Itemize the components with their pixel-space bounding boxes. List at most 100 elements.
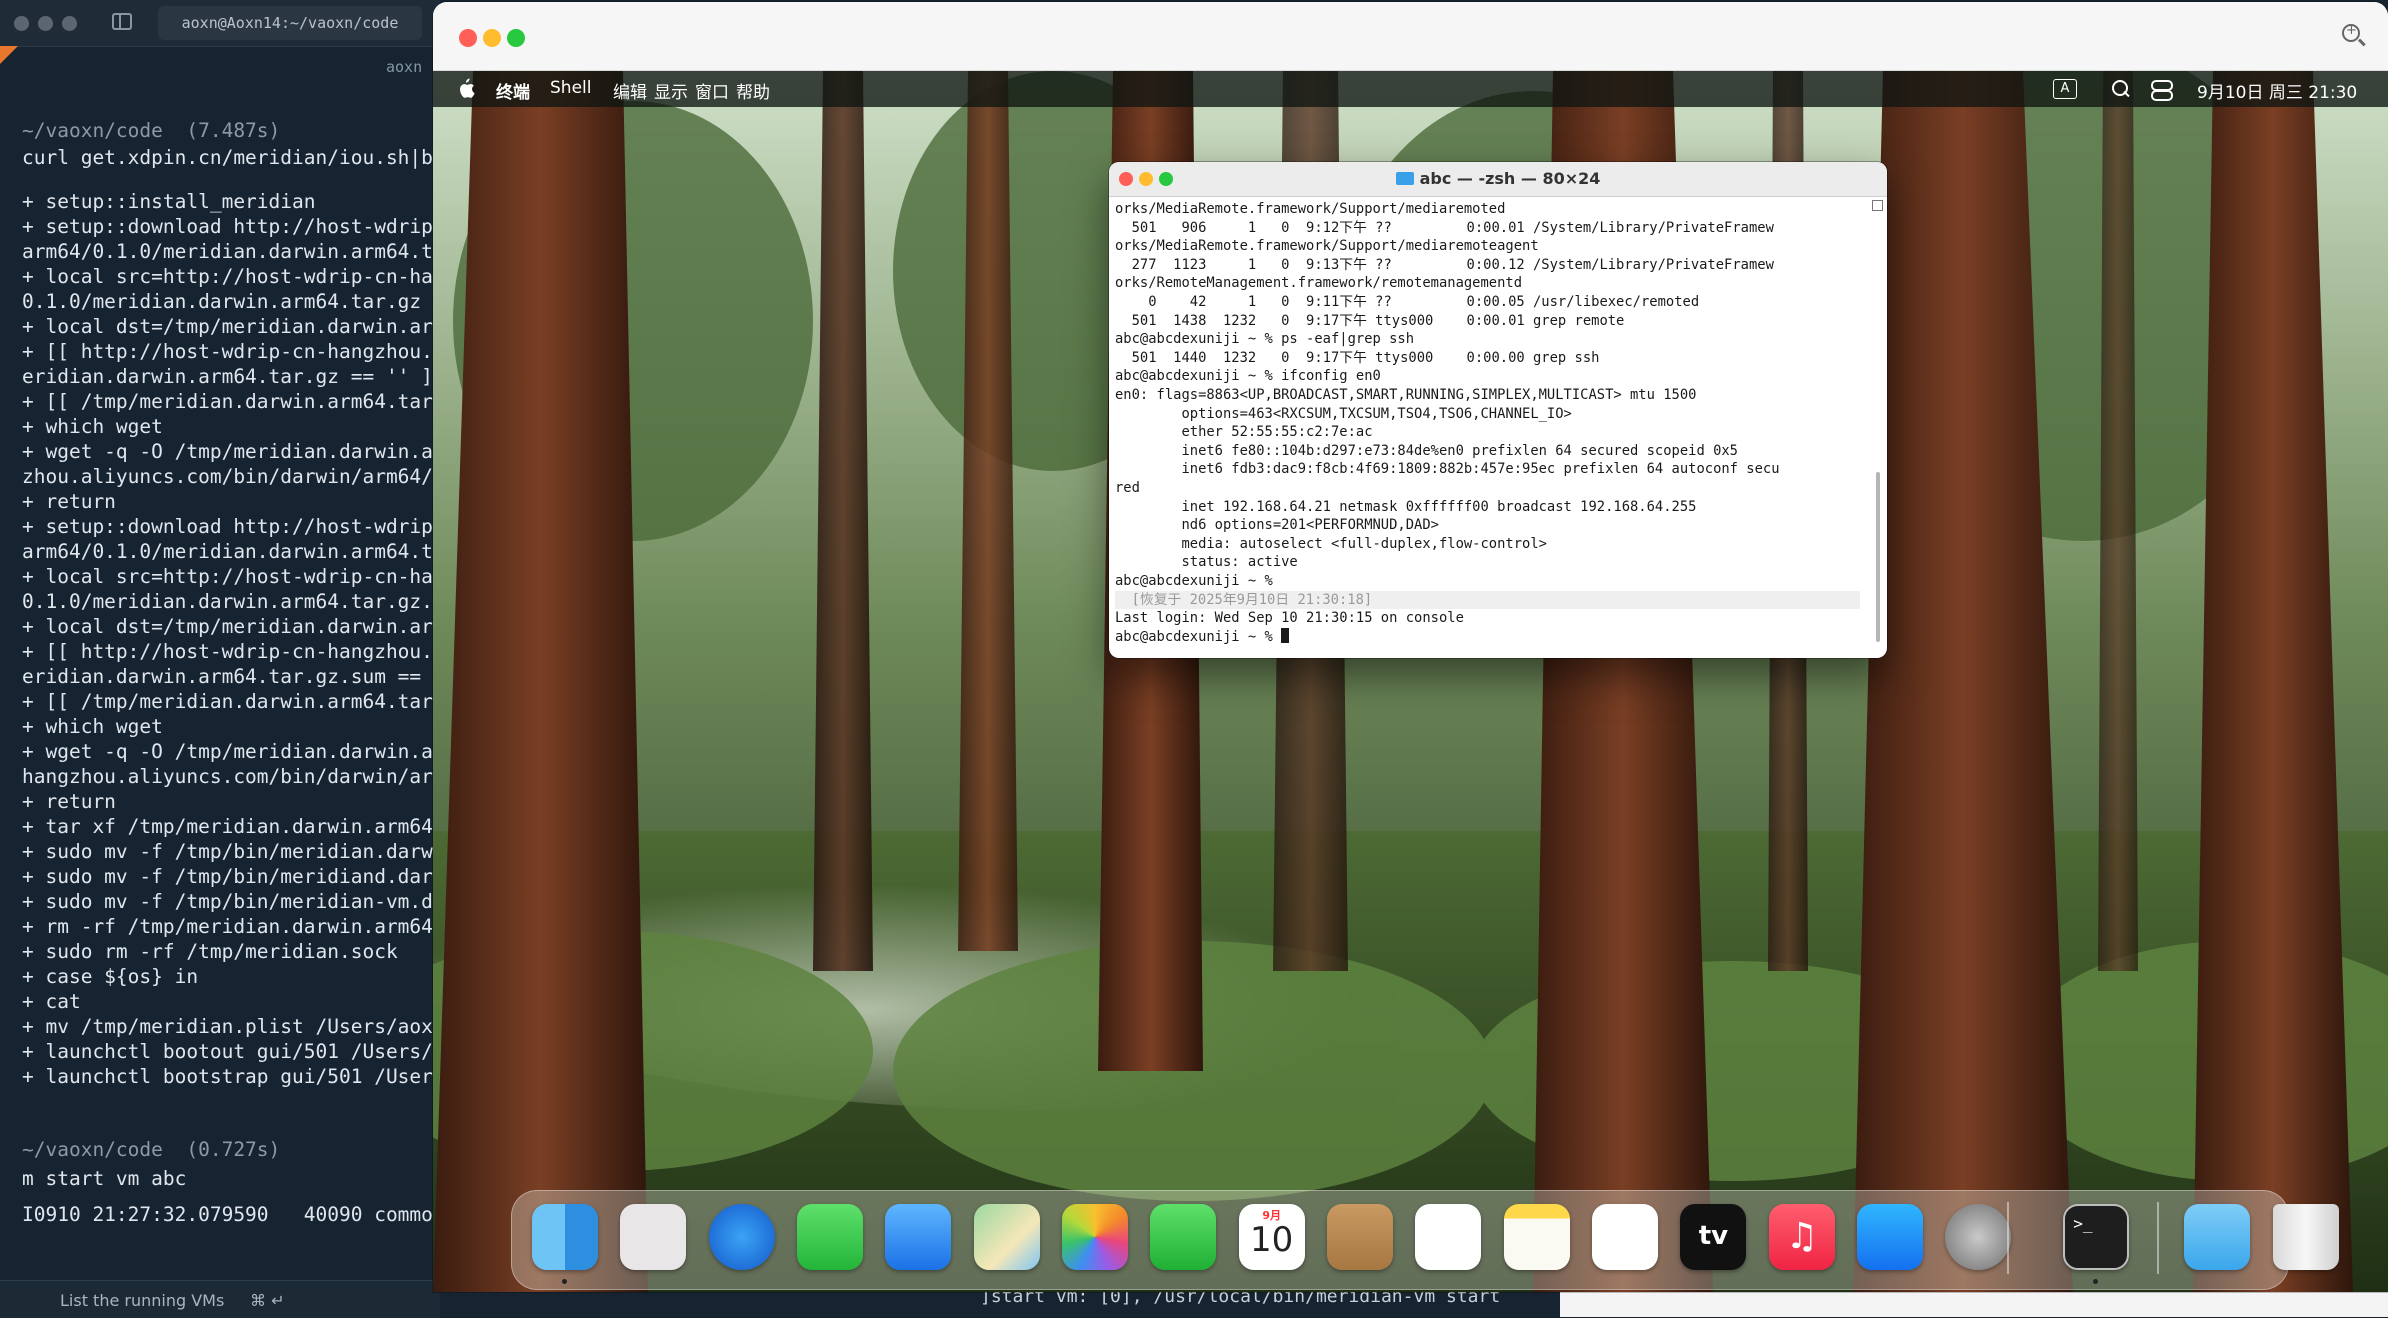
facetime-icon[interactable] bbox=[1150, 1204, 1217, 1270]
music-note-glyph: ♫ bbox=[1785, 1216, 1818, 1257]
guest-output-text: media: autoselect <full-duplex,flow-cont… bbox=[1115, 535, 1547, 552]
host-tab-title[interactable]: aoxn@Aoxn14:~/vaoxn/code bbox=[158, 6, 422, 40]
terminal-icon[interactable]: >_ bbox=[2063, 1204, 2130, 1270]
calendar-day-label: 10 bbox=[1250, 1220, 1294, 1260]
guest-output-line: 277 1123 1 0 9:13下午 ?? 0:00.12 /System/L… bbox=[1115, 256, 1860, 275]
host-output-line: arm64/0.1.0/meridian.darwin.arm64.tar.g bbox=[22, 240, 442, 263]
scrollbar-thumb[interactable] bbox=[1876, 472, 1880, 642]
host-output-line: + tar xf /tmp/meridian.darwin.arm64.tar bbox=[22, 815, 442, 838]
guest-output-line: inet6 fdb3:dac9:f8cb:4f69:1809:882b:457e… bbox=[1115, 460, 1860, 479]
guest-terminal-title-text: abc — -zsh — 80×24 bbox=[1419, 169, 1601, 188]
host-output-line: + sudo rm -rf /tmp/meridian.sock bbox=[22, 940, 398, 963]
guest-desktop[interactable]: 终端 Shell 编辑 显示 窗口 帮助 A 9月10日 周三 21:30 ab… bbox=[433, 71, 2388, 1292]
running-indicator bbox=[561, 1279, 567, 1284]
guest-output-text: 277 1123 1 0 9:13下午 ?? 0:00.12 /System/L… bbox=[1115, 256, 1774, 273]
trash-icon[interactable] bbox=[2272, 1204, 2339, 1270]
host-output-line: I0910 21:27:32.079590 40090 common.go bbox=[22, 1203, 442, 1226]
finder-icon[interactable] bbox=[531, 1204, 598, 1270]
contacts-icon[interactable] bbox=[1327, 1204, 1393, 1270]
guest-output-line: media: autoselect <full-duplex,flow-cont… bbox=[1115, 535, 1860, 554]
maps-icon[interactable] bbox=[973, 1204, 1040, 1270]
guest-output-line: 501 1440 1232 0 9:17下午 ttys000 0:00.00 g… bbox=[1115, 349, 1860, 368]
vm-minimize-button[interactable] bbox=[483, 29, 501, 47]
guest-terminal-window[interactable]: abc — -zsh — 80×24 orks/MediaRemote.fram… bbox=[1109, 162, 1887, 658]
host-output-line: + which wget bbox=[22, 415, 163, 438]
host-titlebar: aoxn@Aoxn14:~/vaoxn/code bbox=[0, 0, 440, 47]
vm-viewer-window: 终端 Shell 编辑 显示 窗口 帮助 A 9月10日 周三 21:30 ab… bbox=[433, 2, 2388, 1292]
host-output-line: m start vm abc bbox=[22, 1167, 187, 1190]
safari-icon[interactable] bbox=[708, 1204, 775, 1270]
zoom-in-icon[interactable] bbox=[2342, 23, 2360, 42]
host-output-line: + setup::download http://host-wdrip-cn- bbox=[22, 215, 442, 238]
photos-icon[interactable] bbox=[1061, 1204, 1128, 1270]
guest-output-text: abc@abcdexuniji ~ % ps -eaf|grep ssh bbox=[1115, 331, 1415, 348]
menu-terminal[interactable]: 终端 bbox=[496, 78, 530, 103]
tv-label: tv bbox=[1698, 1221, 1729, 1251]
guest-output-line: options=463<RXCSUM,TXCSUM,TSO4,TSO6,CHAN… bbox=[1115, 405, 1860, 424]
dock-separator bbox=[2007, 1202, 2009, 1274]
menu-shell[interactable]: Shell bbox=[550, 78, 591, 98]
guest-output-line: orks/MediaRemote.framework/Support/media… bbox=[1115, 237, 1860, 256]
apple-menu-icon[interactable] bbox=[457, 77, 475, 99]
host-output-line: + wget -q -O /tmp/meridian.darwin.arm64 bbox=[22, 740, 442, 763]
guest-output-text: orks/MediaRemote.framework/Support/media… bbox=[1115, 238, 1539, 255]
settings-icon[interactable] bbox=[1945, 1204, 2012, 1270]
vm-zoom-button[interactable] bbox=[507, 29, 525, 47]
menu-edit[interactable]: 编辑 bbox=[613, 78, 647, 103]
menu-clock[interactable]: 9月10日 周三 21:30 bbox=[2197, 78, 2357, 103]
guest-output-line: 501 906 1 0 9:12下午 ?? 0:00.01 /System/Li… bbox=[1115, 219, 1860, 238]
input-source-badge[interactable]: A bbox=[2053, 79, 2077, 99]
host-output-line: + launchctl bootstrap gui/501 /Users/ao bbox=[22, 1065, 442, 1088]
host-output-line: + local dst=/tmp/meridian.darwin.arm64. bbox=[22, 615, 442, 638]
host-accent-corner bbox=[0, 46, 18, 64]
host-output-line: zhou.aliyuncs.com/bin/darwin/arm64/0.1. bbox=[22, 465, 442, 488]
guest-output-line: abc@abcdexuniji ~ % bbox=[1115, 572, 1860, 591]
mail-icon[interactable] bbox=[885, 1204, 952, 1270]
menu-view[interactable]: 显示 bbox=[654, 78, 688, 103]
menu-window[interactable]: 窗口 bbox=[695, 78, 729, 103]
text-cursor bbox=[1281, 627, 1290, 643]
launchpad-icon[interactable] bbox=[620, 1204, 687, 1270]
guest-output-text: red bbox=[1115, 480, 1140, 496]
guest-output-text: inet6 fe80::104b:d297:e73:84de%en0 prefi… bbox=[1115, 442, 1738, 459]
tv-icon[interactable]: tv bbox=[1680, 1204, 1747, 1270]
notes-icon[interactable] bbox=[1503, 1204, 1570, 1270]
app-store-icon[interactable] bbox=[1857, 1204, 1924, 1270]
host-output-line: + sudo mv -f /tmp/bin/meridian.darwin.a bbox=[22, 840, 442, 863]
guest-output-line: status: active bbox=[1115, 553, 1860, 572]
host-output-line: ~/vaoxn/code (7.487s) bbox=[22, 119, 281, 142]
host-minimize-button[interactable] bbox=[38, 16, 53, 31]
guest-output-text: ether 52:55:55:c2:7e:ac bbox=[1115, 424, 1373, 441]
guest-output-text: abc@abcdexuniji ~ % bbox=[1115, 573, 1273, 589]
host-output-line: + mv /tmp/meridian.plist /Users/aoxn/Li bbox=[22, 1015, 442, 1038]
host-close-button[interactable] bbox=[14, 16, 29, 31]
running-indicator bbox=[2093, 1279, 2099, 1284]
guest-terminal-titlebar[interactable]: abc — -zsh — 80×24 bbox=[1109, 162, 1887, 197]
host-output-line: 0.1.0/meridian.darwin.arm64.tar.gz bbox=[22, 290, 422, 313]
guest-output-text: orks/MediaRemote.framework/Support/media… bbox=[1115, 201, 1506, 217]
freeform-icon[interactable] bbox=[1592, 1204, 1659, 1270]
menu-help[interactable]: 帮助 bbox=[736, 78, 770, 103]
guest-output-text: options=463<RXCSUM,TXCSUM,TSO4,TSO6,CHAN… bbox=[1115, 405, 1572, 422]
downloads-folder-icon[interactable] bbox=[2184, 1204, 2251, 1270]
vm-close-button[interactable] bbox=[459, 29, 477, 47]
host-output-line: + sudo mv -f /tmp/bin/meridian-vm.darwi bbox=[22, 890, 442, 913]
host-output-line: + case ${os} in bbox=[22, 965, 199, 988]
host-output-line: + local dst=/tmp/meridian.darwin.arm64. bbox=[22, 315, 442, 338]
reminders-icon[interactable] bbox=[1415, 1204, 1482, 1270]
host-output-line: + rm -rf /tmp/meridian.darwin.arm64.tar bbox=[22, 915, 442, 938]
music-icon[interactable]: ♫ bbox=[1768, 1204, 1835, 1270]
host-output-line: + which wget bbox=[22, 715, 163, 738]
guest-output-text: [恢复于 2025年9月10日 21:30:18] bbox=[1115, 591, 1373, 608]
host-zoom-button[interactable] bbox=[62, 16, 77, 31]
guest-output-text: inet6 fdb3:dac9:f8cb:4f69:1809:882b:457e… bbox=[1115, 461, 1780, 478]
guest-output-text: inet 192.168.64.21 netmask 0xffffff00 br… bbox=[1115, 498, 1697, 515]
guest-output-line: abc@abcdexuniji ~ % ps -eaf|grep ssh bbox=[1115, 330, 1860, 349]
host-command-palette-bar[interactable]: List the running VMs ⌘ ↵ bbox=[0, 1280, 440, 1318]
host-lower-strip bbox=[1560, 1290, 2388, 1317]
sidebar-toggle-icon[interactable] bbox=[112, 13, 132, 30]
messages-icon[interactable] bbox=[796, 1204, 863, 1270]
guest-terminal-scrollbar[interactable] bbox=[1875, 202, 1881, 642]
calendar-icon[interactable]: 9月 10 bbox=[1238, 1204, 1305, 1270]
terminal-prompt-glyph: >_ bbox=[2073, 1214, 2093, 1233]
